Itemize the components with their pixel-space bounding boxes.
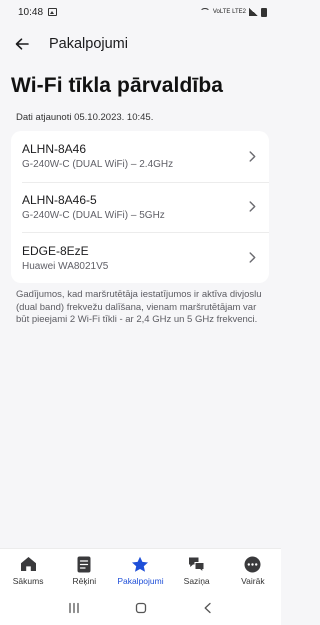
network-name: ALHN-8A46-5 [22, 192, 97, 207]
status-left: 10:48 [18, 6, 58, 18]
signal-icon [249, 8, 258, 16]
chevron-right-icon [247, 252, 257, 264]
updated-timestamp: Dati atjaunoti 05.10.2023. 10:45. [16, 112, 154, 123]
nav-label: Pakalpojumi [117, 576, 164, 586]
status-right: VoLTE LTE2 [199, 7, 267, 17]
chevron-right-icon [247, 150, 257, 162]
document-icon [75, 555, 93, 573]
nav-item-bills[interactable]: Rēķini [56, 555, 112, 586]
app-bar: Pakalpojumi [0, 26, 281, 62]
star-icon [131, 555, 149, 573]
network-item-alhn-8a46-5[interactable]: ALHN-8A46-5 G-240W-C (DUAL WiFi) – 5GHz [11, 181, 269, 233]
networks-card: ALHN-8A46 G-240W-C (DUAL WiFi) – 2.4GHz … [11, 131, 269, 283]
nav-item-home[interactable]: Sākums [0, 555, 56, 586]
network-name: EDGE-8EzE [22, 243, 89, 258]
status-time: 10:48 [18, 6, 44, 18]
battery-icon [261, 7, 267, 17]
nav-item-services[interactable]: Pakalpojumi [112, 555, 168, 586]
network-name: ALHN-8A46 [22, 142, 87, 157]
bottom-navigation: Sākums Rēķini Pakalpojumi Saziņa Vairāk [0, 548, 281, 590]
nav-item-more[interactable]: Vairāk [225, 555, 281, 586]
dual-band-info-text: Gadījumos, kad maršrutētāja iestatījumos… [16, 289, 262, 326]
wifi-icon [199, 8, 210, 16]
chevron-right-icon [247, 201, 257, 213]
network-description: G-240W-C (DUAL WiFi) – 2.4GHz [22, 159, 174, 171]
home-button-icon[interactable] [134, 601, 148, 615]
network-item-text: ALHN-8A46 G-240W-C (DUAL WiFi) – 2.4GHz [22, 142, 173, 170]
app-bar-title: Pakalpojumi [49, 36, 128, 52]
page-title: Wi-Fi tīkla pārvaldība [11, 74, 224, 97]
nav-label: Sākums [12, 576, 44, 586]
system-navigation-bar [0, 590, 281, 625]
more-icon [244, 555, 262, 573]
network-item-edge-8eze[interactable]: EDGE-8EzE Huawei WA8021V5 [11, 232, 269, 283]
home-icon [19, 555, 37, 573]
nav-label: Vairāk [241, 576, 265, 586]
back-button[interactable] [12, 34, 32, 54]
network-item-alhn-8a46[interactable]: ALHN-8A46 G-240W-C (DUAL WiFi) – 2.4GHz [11, 131, 269, 182]
arrow-left-icon [15, 38, 29, 50]
chat-icon [188, 555, 206, 573]
back-nav-icon[interactable] [201, 601, 215, 615]
network-item-text: EDGE-8EzE Huawei WA8021V5 [22, 244, 108, 272]
network-description: Huawei WA8021V5 [22, 260, 109, 272]
network-item-text: ALHN-8A46-5 G-240W-C (DUAL WiFi) – 5GHz [22, 193, 165, 221]
nav-item-contact[interactable]: Saziņa [169, 555, 225, 586]
recent-apps-icon[interactable] [67, 601, 81, 615]
status-bar: 10:48 VoLTE LTE2 [0, 0, 281, 24]
network-type-label: VoLTE LTE2 [212, 9, 246, 15]
image-notification-icon [48, 8, 58, 16]
network-description: G-240W-C (DUAL WiFi) – 5GHz [22, 209, 165, 221]
nav-label: Rēķini [72, 576, 97, 586]
nav-label: Saziņa [183, 576, 210, 586]
